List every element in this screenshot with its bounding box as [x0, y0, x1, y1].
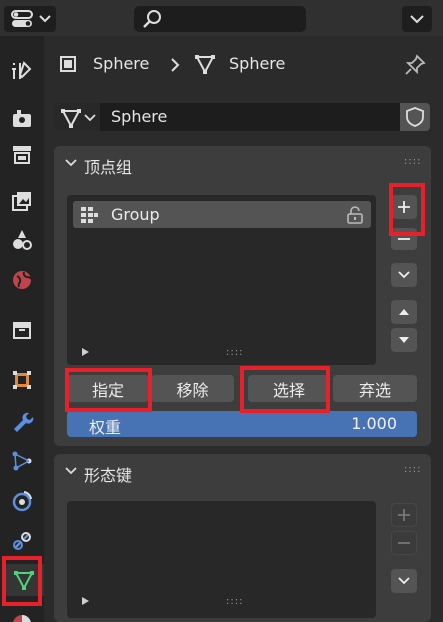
- weight-slider[interactable]: 权重 1.000: [67, 411, 417, 437]
- shape-key-list[interactable]: [67, 501, 376, 618]
- add-vertex-group-button[interactable]: [391, 195, 417, 219]
- chevron-down-icon: [398, 271, 410, 279]
- breadcrumb-object: Sphere: [93, 54, 150, 73]
- chevron-down-icon: [410, 15, 424, 24]
- mesh-name-field[interactable]: Sphere: [100, 103, 400, 131]
- render-icon: [13, 110, 31, 127]
- vertex-group-icon: [81, 207, 98, 223]
- world-icon: [13, 271, 32, 289]
- editor-type-icon: [11, 10, 51, 27]
- move-up-button[interactable]: [391, 300, 417, 324]
- list-resize-handle[interactable]: ::::: [226, 596, 243, 607]
- weight-value: 1.000: [351, 414, 397, 433]
- properties-header: [0, 0, 443, 36]
- chevron-down-icon: [84, 114, 96, 122]
- mesh-datablock-browse[interactable]: [54, 103, 100, 131]
- panel-drag-handle[interactable]: ::::: [404, 156, 421, 167]
- shield-icon: [406, 107, 424, 127]
- tab-view-layer[interactable]: [6, 185, 38, 217]
- mesh-name-value: Sphere: [111, 107, 168, 126]
- expand-filter-icon[interactable]: [80, 596, 92, 606]
- remove-button[interactable]: 移除: [151, 375, 234, 402]
- constraints-icon: [13, 532, 31, 550]
- remove-shape-key-button[interactable]: [391, 531, 417, 555]
- deselect-button[interactable]: 弃选: [333, 375, 417, 402]
- wrench-icon: [14, 412, 34, 432]
- tab-mesh-data[interactable]: [4, 564, 44, 596]
- tab-world[interactable]: [6, 264, 38, 296]
- tab-modifiers[interactable]: [6, 405, 38, 437]
- tab-output[interactable]: [6, 139, 38, 171]
- vertex-groups-title[interactable]: 顶点组: [84, 154, 132, 178]
- plus-icon: [398, 201, 410, 213]
- tab-object[interactable]: [6, 364, 38, 396]
- tab-scene[interactable]: [6, 224, 38, 256]
- tab-constraints[interactable]: [6, 525, 38, 557]
- assign-button[interactable]: 指定: [67, 375, 149, 402]
- minus-icon: [398, 238, 410, 240]
- tool-icon: [12, 61, 32, 79]
- particles-icon: [12, 451, 32, 471]
- material-icon: [13, 615, 31, 622]
- arrow-down-icon: [399, 337, 409, 343]
- output-icon: [13, 146, 31, 164]
- tab-render[interactable]: [6, 103, 38, 135]
- remove-label: 移除: [176, 380, 209, 400]
- physics-icon: [12, 491, 32, 512]
- panel-drag-handle[interactable]: ::::: [404, 464, 421, 475]
- tab-collection[interactable]: [6, 314, 38, 346]
- chevron-down-icon[interactable]: [64, 157, 78, 169]
- chevron-down-icon: [398, 577, 410, 585]
- object-icon: [13, 371, 31, 389]
- mesh-data-icon: [61, 109, 81, 129]
- remove-vertex-group-button[interactable]: [391, 228, 417, 250]
- scene-icon: [13, 230, 32, 250]
- tab-particles[interactable]: [6, 445, 38, 477]
- shape-keys-title[interactable]: 形态键: [84, 462, 132, 486]
- mesh-data-icon: [14, 571, 34, 591]
- collection-icon: [13, 322, 31, 339]
- deselect-label: 弃选: [358, 380, 391, 400]
- pin-button[interactable]: [402, 52, 428, 78]
- vertex-group-name: Group: [111, 205, 160, 224]
- assign-label: 指定: [91, 380, 124, 400]
- move-down-button[interactable]: [391, 328, 417, 352]
- breadcrumb-mesh: Sphere: [229, 54, 286, 73]
- minus-icon: [398, 542, 410, 544]
- vertex-group-specials-button[interactable]: [391, 263, 417, 287]
- arrow-up-icon: [399, 309, 409, 315]
- list-item[interactable]: Group: [73, 201, 371, 228]
- properties-tab-strip: [0, 36, 44, 622]
- add-shape-key-button[interactable]: [391, 503, 417, 527]
- mesh-data-icon: [195, 55, 215, 75]
- chevron-right-icon: [171, 58, 180, 72]
- pin-icon: [405, 54, 426, 75]
- plus-icon: [398, 509, 410, 521]
- select-button[interactable]: 选择: [248, 375, 330, 402]
- shape-key-specials-button[interactable]: [391, 569, 417, 593]
- search-input[interactable]: [134, 6, 306, 32]
- lock-icon[interactable]: [345, 205, 365, 225]
- options-dropdown-button[interactable]: [402, 6, 432, 32]
- chevron-down-icon[interactable]: [64, 465, 78, 477]
- object-icon: [60, 56, 76, 72]
- list-resize-handle[interactable]: ::::: [226, 347, 243, 358]
- tab-material[interactable]: [6, 608, 38, 622]
- tab-physics[interactable]: [6, 485, 38, 517]
- tab-tool[interactable]: [6, 55, 38, 87]
- view-layer-icon: [12, 192, 31, 211]
- weight-label: 权重: [89, 418, 122, 437]
- fake-user-button[interactable]: [400, 103, 430, 131]
- expand-filter-icon[interactable]: [80, 347, 92, 357]
- search-icon: [143, 10, 161, 28]
- editor-type-button[interactable]: [4, 6, 56, 32]
- select-label: 选择: [272, 380, 305, 400]
